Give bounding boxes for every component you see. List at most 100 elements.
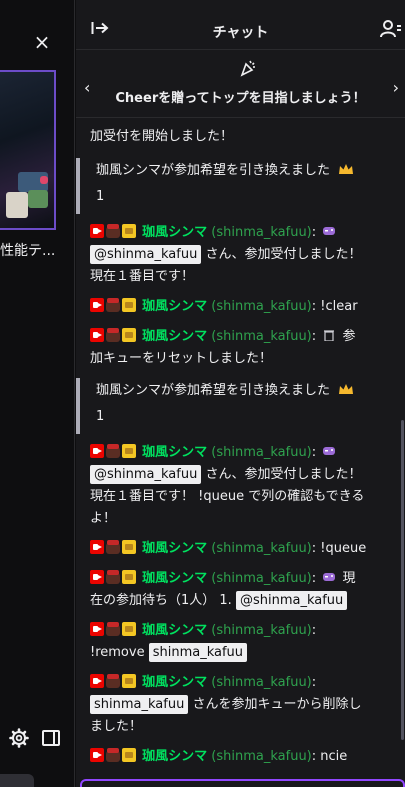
user-login[interactable]: (shinma_kafuu) <box>211 623 311 638</box>
message-text: 加キューをリセットしました！ <box>90 351 273 366</box>
username[interactable]: 珈風シンマ <box>142 225 207 240</box>
username[interactable]: 珈風シンマ <box>142 749 207 764</box>
chat-message: 珈風シンマ (shinma_kafuu): shinma_kafuu さんを参加… <box>90 672 392 738</box>
broadcaster-badge-icon[interactable] <box>90 298 104 312</box>
message-text: 現 <box>342 571 356 586</box>
chat-message: 珈風シンマ (shinma_kafuu): !queue <box>90 538 392 560</box>
moderator-badge-icon[interactable] <box>106 570 120 584</box>
broadcaster-badge-icon[interactable] <box>90 748 104 762</box>
cheer-banner[interactable]: ‹ Cheerを贈ってトップを目指しましょう！ › <box>76 50 405 118</box>
subscriber-badge-icon[interactable] <box>122 298 136 312</box>
subscriber-badge-icon[interactable] <box>122 570 136 584</box>
subscriber-badge-icon[interactable] <box>122 622 136 636</box>
chat-title: チャット <box>212 25 269 41</box>
username[interactable]: 珈風シンマ <box>142 571 207 586</box>
username[interactable]: 珈風シンマ <box>142 329 207 344</box>
username[interactable]: 珈風シンマ <box>142 675 207 690</box>
message-text: さん、参加受付しました！ <box>205 247 362 262</box>
stream-thumbnail[interactable] <box>0 70 56 230</box>
separator: : <box>311 299 317 314</box>
subscriber-badge-icon[interactable] <box>122 328 136 342</box>
separator: : <box>311 571 317 586</box>
party-popper-icon <box>240 60 255 77</box>
message-text: !clear <box>320 299 358 314</box>
gear-icon[interactable] <box>9 728 29 748</box>
moderator-badge-icon[interactable] <box>106 224 120 238</box>
mention[interactable]: shinma_kafuu <box>148 643 248 662</box>
user-login[interactable]: (shinma_kafuu) <box>211 749 311 764</box>
user-login[interactable]: (shinma_kafuu) <box>211 225 311 240</box>
user-login[interactable]: (shinma_kafuu) <box>211 541 311 556</box>
subscriber-badge-icon[interactable] <box>122 674 136 688</box>
chat-message: 珈風シンマ (shinma_kafuu): @shinma_kafuu さん、参… <box>90 442 392 530</box>
chat-message-list: 加受付を開始しました！ 珈風シンマが参加希望を引き換えました 1 珈風シンマ (… <box>76 118 405 778</box>
moderator-badge-icon[interactable] <box>106 444 120 458</box>
gamepad-emote-icon <box>323 227 336 235</box>
redemption-notice: 珈風シンマが参加希望を引き換えました 1 <box>76 378 394 434</box>
message-text: 参 <box>342 329 356 344</box>
next-arrow-icon[interactable]: › <box>393 78 399 97</box>
message-text: ました！ <box>90 719 143 734</box>
username[interactable]: 珈風シンマ <box>142 541 207 556</box>
message-text: 加受付を開始しました！ <box>90 129 234 144</box>
chat-message: 珈風シンマ (shinma_kafuu): @shinma_kafuu さん、参… <box>90 222 392 288</box>
mention[interactable]: shinma_kafuu <box>90 695 189 714</box>
separator: : <box>311 623 317 638</box>
separator: : <box>311 675 317 690</box>
message-text: よ！ <box>90 511 117 526</box>
chat-message: 加受付を開始しました！ <box>90 126 392 148</box>
separator: : <box>311 541 317 556</box>
subscriber-badge-icon[interactable] <box>122 540 136 554</box>
chat-scrollbar[interactable] <box>401 420 404 740</box>
redemption-notice: 珈風シンマが参加希望を引き換えました 1 <box>76 158 394 214</box>
community-icon[interactable] <box>380 19 402 39</box>
broadcaster-badge-icon[interactable] <box>90 224 104 238</box>
chat-header: チャット <box>76 0 405 50</box>
mention[interactable]: @shinma_kafuu <box>235 591 348 610</box>
close-icon[interactable]: × <box>33 32 51 52</box>
separator: : <box>311 329 317 344</box>
user-login[interactable]: (shinma_kafuu) <box>211 445 311 460</box>
username[interactable]: 珈風シンマ <box>142 299 207 314</box>
chat-message: 珈風シンマ (shinma_kafuu): 現 在の参加待ち（1人） 1. @s… <box>90 568 392 612</box>
broadcaster-badge-icon[interactable] <box>90 622 104 636</box>
subscriber-badge-icon[interactable] <box>122 224 136 238</box>
message-text: ncie <box>320 749 348 764</box>
moderator-badge-icon[interactable] <box>106 674 120 688</box>
broadcaster-badge-icon[interactable] <box>90 444 104 458</box>
panel-icon[interactable] <box>42 730 60 746</box>
message-text: !queue <box>320 541 367 556</box>
separator: : <box>311 225 317 240</box>
broadcaster-badge-icon[interactable] <box>90 328 104 342</box>
message-text: さんを参加キューから削除し <box>192 697 362 712</box>
moderator-badge-icon[interactable] <box>106 748 120 762</box>
message-text: 在の参加待ち（1人） 1. <box>90 593 232 608</box>
chat-input[interactable] <box>80 779 405 787</box>
subscriber-badge-icon[interactable] <box>122 444 136 458</box>
gamepad-emote-icon <box>323 447 336 455</box>
subscriber-badge-icon[interactable] <box>122 748 136 762</box>
separator: : <box>311 749 317 764</box>
mention[interactable]: @shinma_kafuu <box>90 465 202 484</box>
moderator-badge-icon[interactable] <box>106 622 120 636</box>
stream-title-fragment: 性能テ... <box>0 243 56 259</box>
broadcaster-badge-icon[interactable] <box>90 570 104 584</box>
broadcaster-badge-icon[interactable] <box>90 540 104 554</box>
bottom-chip[interactable] <box>0 774 34 787</box>
message-text: さん、参加受付しました！ <box>205 467 362 482</box>
moderator-badge-icon[interactable] <box>106 540 120 554</box>
video-panel: × 性能テ... <box>0 0 75 787</box>
broadcaster-badge-icon[interactable] <box>90 674 104 688</box>
cheer-banner-text: Cheerを贈ってトップを目指しましょう！ <box>115 91 366 106</box>
user-login[interactable]: (shinma_kafuu) <box>211 329 311 344</box>
user-login[interactable]: (shinma_kafuu) <box>211 299 311 314</box>
user-login[interactable]: (shinma_kafuu) <box>211 675 311 690</box>
message-text: !remove <box>90 645 145 660</box>
moderator-badge-icon[interactable] <box>106 328 120 342</box>
username[interactable]: 珈風シンマ <box>142 445 207 460</box>
user-login[interactable]: (shinma_kafuu) <box>211 571 311 586</box>
mention[interactable]: @shinma_kafuu <box>90 245 202 264</box>
moderator-badge-icon[interactable] <box>106 298 120 312</box>
separator: : <box>311 445 317 460</box>
username[interactable]: 珈風シンマ <box>142 623 207 638</box>
